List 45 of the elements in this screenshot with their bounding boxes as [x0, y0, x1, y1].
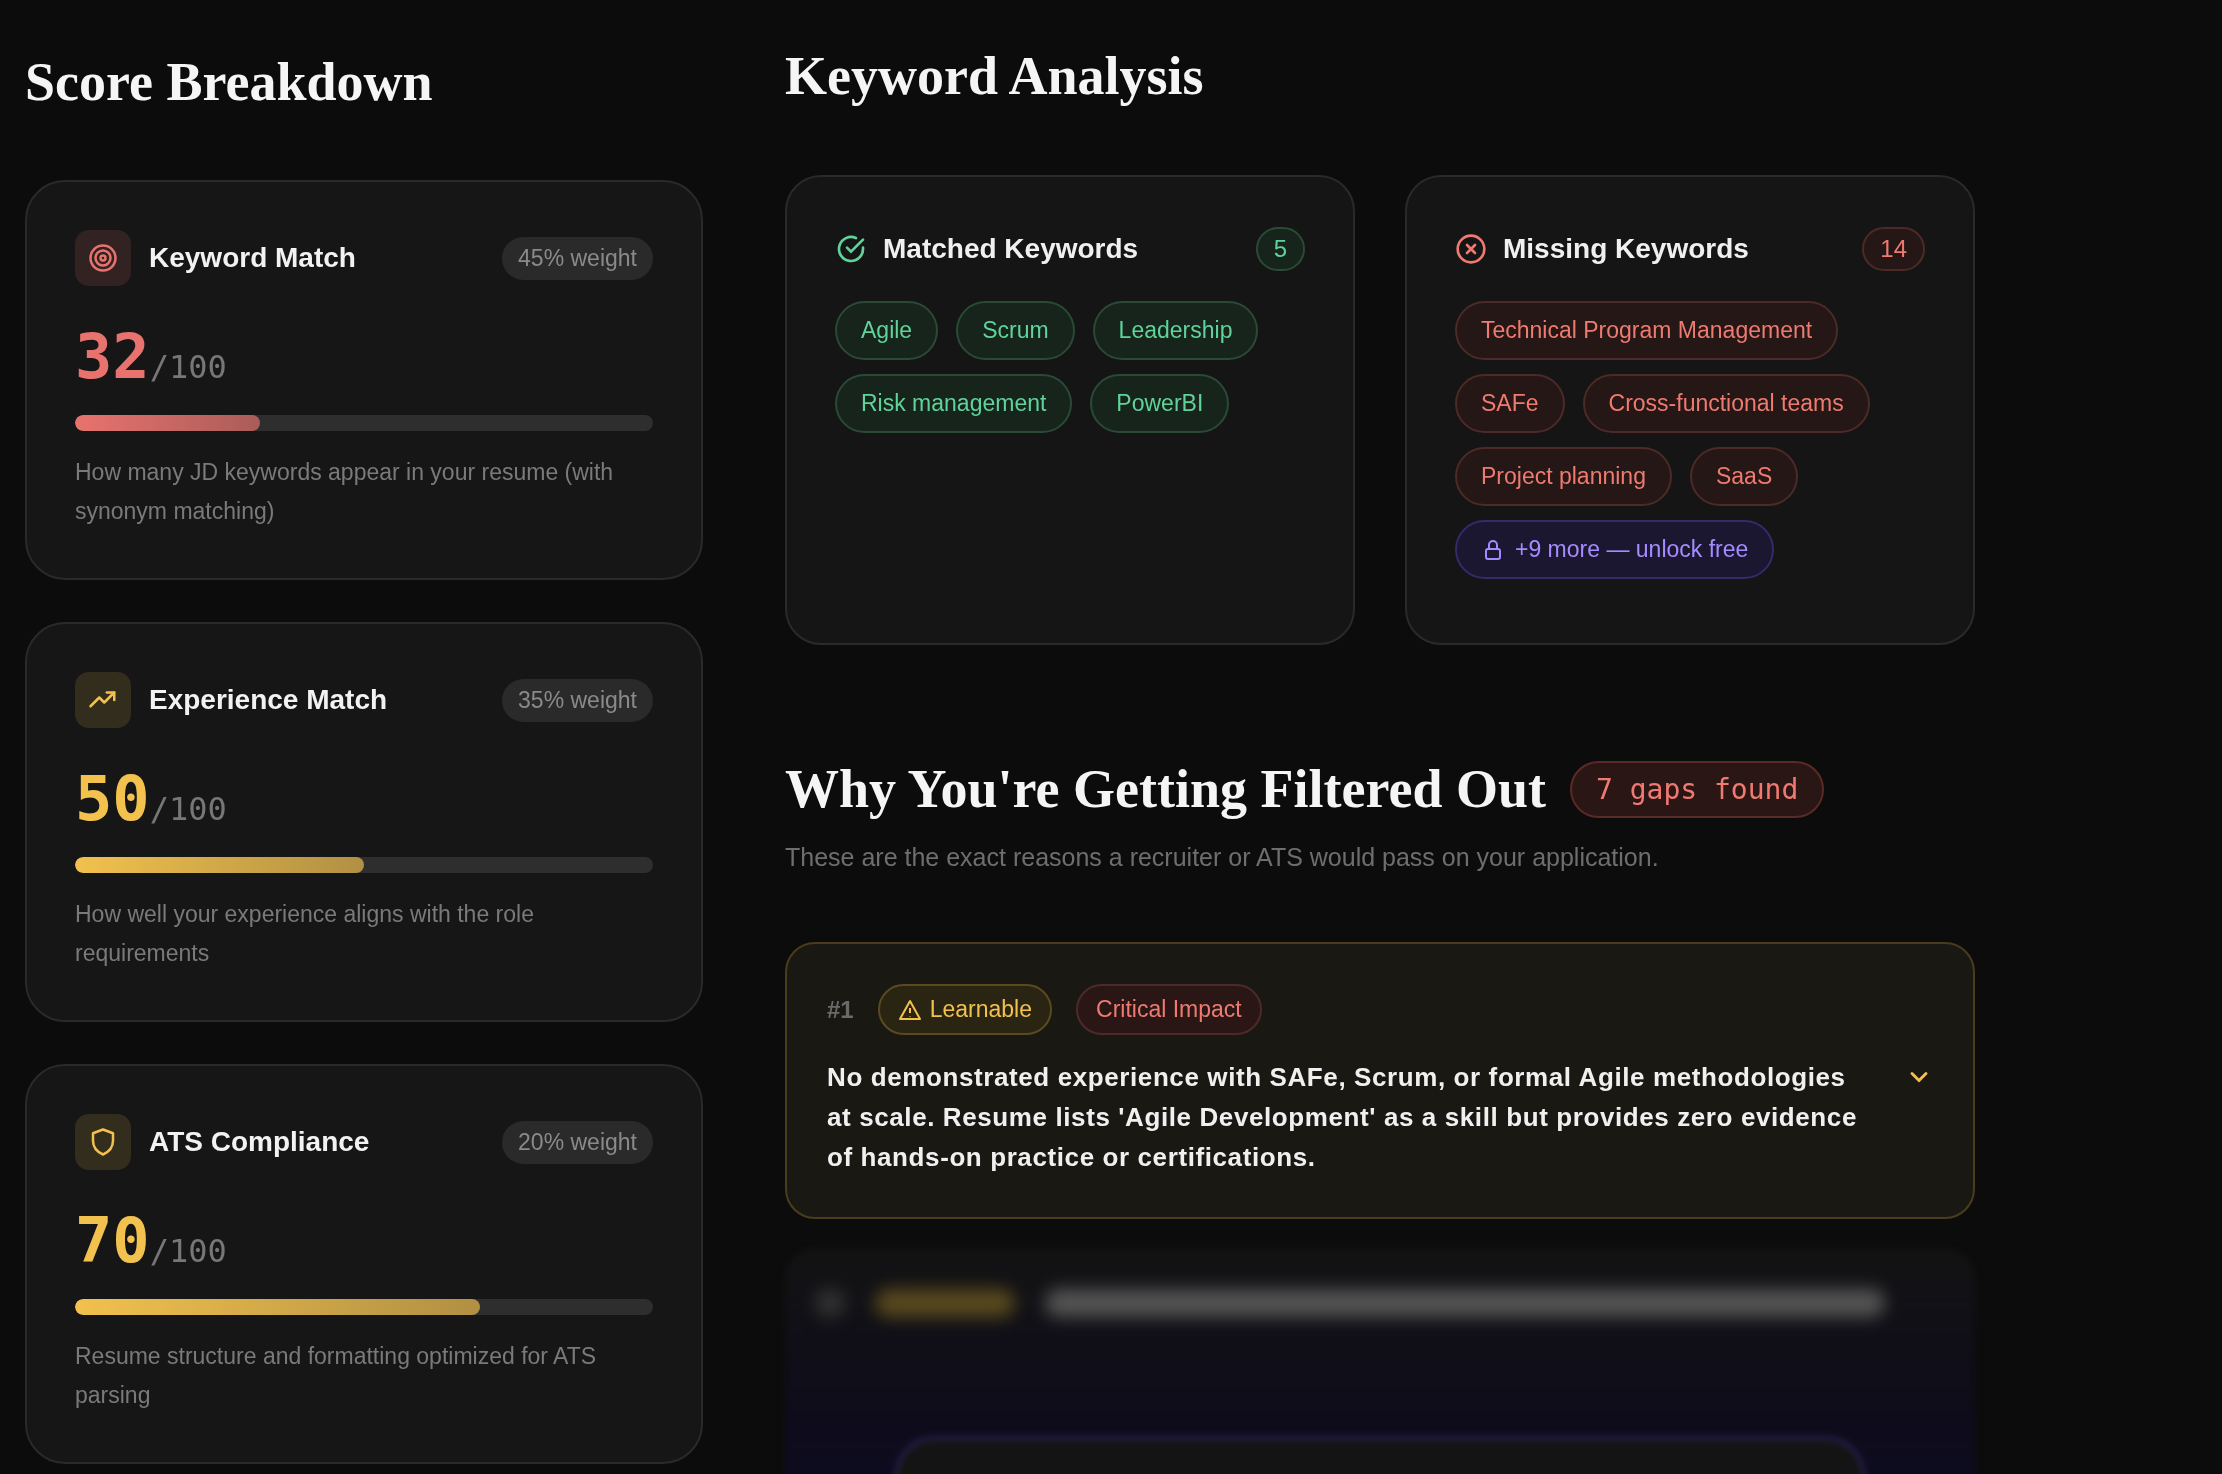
- gap-number: #1: [827, 995, 854, 1024]
- gaps-badge: 7 gaps found: [1569, 760, 1825, 818]
- keyword-tag: SAFe: [1455, 374, 1565, 433]
- score-value: 70: [75, 1204, 150, 1277]
- check-circle-icon: [835, 233, 867, 265]
- score-value: 32: [75, 320, 150, 393]
- section-subtitle: These are the exact reasons a recruiter or ATS would pass on your application.: [785, 843, 1660, 872]
- card-description: Resume structure and formatting optimized for ATS parsing: [75, 1342, 598, 1410]
- gap-card[interactable]: [785, 942, 1975, 1219]
- card-title: Experience Match: [149, 684, 389, 716]
- tag-label: Critical Impact: [1096, 996, 1242, 1023]
- section-heading: Why You're Getting Filtered Out: [785, 758, 1546, 821]
- section-heading: Keyword Analysis: [785, 45, 1205, 108]
- weight-badge: 35% weight: [502, 678, 653, 722]
- keyword-tag: PowerBI: [1090, 374, 1230, 433]
- target-icon: [88, 243, 118, 273]
- keyword-tag: Leadership: [1092, 301, 1259, 360]
- panel-title: Missing Keywords: [1503, 233, 1750, 265]
- x-circle-icon: [1455, 233, 1487, 265]
- score-max: /100: [149, 790, 227, 828]
- gap-description: No demonstrated experience with SAFe, Scrum, or formal Agile methodologies at scale. Resume lists 'Agile Development' as a skill but provides zero evidence of hands-on practice or certifications.: [827, 1061, 1858, 1174]
- card-description: How many JD keywords appear in your resume (with synonym matching): [75, 458, 615, 526]
- score-value: 50: [75, 762, 150, 835]
- count-badge: 5: [1255, 227, 1305, 271]
- card-description: How well your experience aligns with the role requirements: [75, 900, 535, 968]
- warning-icon: [897, 997, 922, 1022]
- keyword-tag: Technical Program Management: [1455, 301, 1839, 360]
- tag-label: Learnable: [929, 996, 1032, 1023]
- keyword-tag: Agile: [835, 301, 939, 360]
- unlock-button[interactable]: +9 more — unlock free: [1455, 520, 1775, 579]
- score-max: /100: [149, 348, 227, 386]
- score-max: /100: [149, 1232, 227, 1270]
- section-heading: Score Breakdown: [25, 51, 434, 114]
- weight-badge: 45% weight: [502, 236, 653, 280]
- keyword-tag: Cross-functional teams: [1582, 374, 1870, 433]
- keyword-tag: Scrum: [956, 301, 1075, 360]
- panel-title: Matched Keywords: [883, 233, 1140, 265]
- keyword-tag: SaaS: [1689, 447, 1799, 506]
- card-title: Keyword Match: [149, 242, 357, 274]
- unlock-label: +9 more — unlock free: [1515, 536, 1749, 563]
- count-badge: 14: [1862, 227, 1925, 271]
- card-title: ATS Compliance: [149, 1126, 371, 1158]
- keyword-tag: Project planning: [1455, 447, 1672, 506]
- weight-badge: 20% weight: [502, 1120, 653, 1164]
- keyword-tag: Risk management: [835, 374, 1073, 433]
